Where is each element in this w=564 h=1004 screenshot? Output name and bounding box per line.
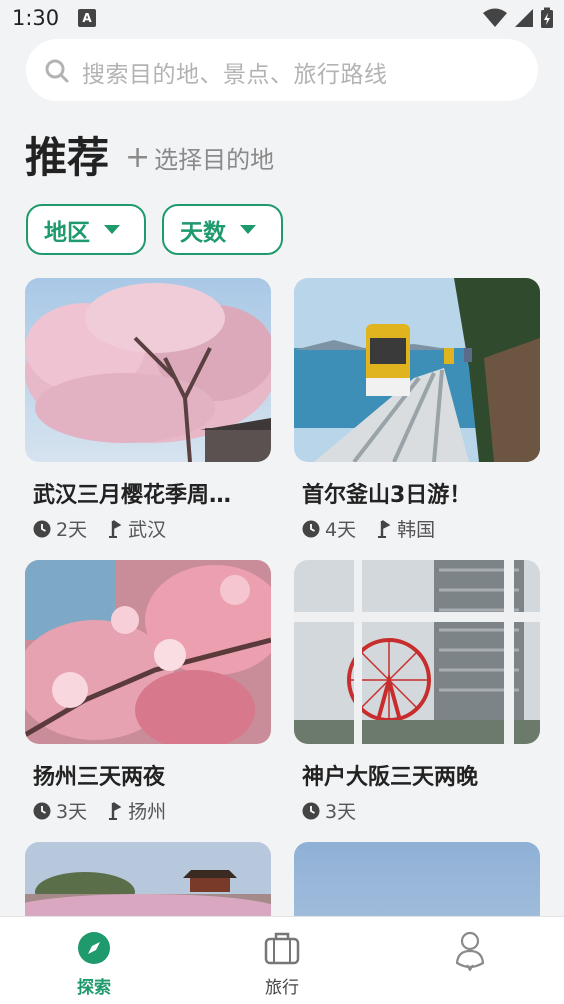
trip-card-image[interactable] (294, 278, 540, 462)
nav-tab-profile[interactable] (420, 931, 520, 975)
trip-card[interactable]: 首尔釜山3日游！ 4天 韩国 (294, 278, 540, 542)
nav-tab-trips[interactable]: 旅行 (232, 931, 332, 998)
trip-card-meta: 4天 韩国 (302, 515, 540, 542)
trip-card-image[interactable] (25, 278, 271, 462)
notification-badge-icon: A (78, 9, 96, 27)
clock-icon (33, 520, 51, 537)
wifi-icon (483, 8, 507, 27)
duration-value: 2天 (56, 519, 88, 541)
clock-icon (302, 802, 320, 819)
caret-down-icon (240, 225, 256, 234)
duration: 2天 (33, 515, 87, 542)
trip-card-title: 武汉三月樱花季周… (33, 483, 232, 508)
page-title: 推荐 (25, 133, 110, 182)
duration-value: 4天 (325, 519, 357, 541)
location: 武汉 (107, 515, 166, 542)
trip-card[interactable]: 扬州三天两夜 3天 扬州 (25, 560, 271, 824)
status-icons (482, 7, 554, 29)
nav-tab-explore[interactable]: 探索 (44, 931, 144, 998)
nav-tab-label: 旅行 (265, 978, 299, 998)
search-icon (45, 59, 69, 83)
location: 扬州 (107, 797, 166, 824)
trip-card-image[interactable] (25, 560, 271, 744)
trip-card-title: 首尔釜山3日游！ (302, 483, 472, 508)
trip-card-meta: 2天 武汉 (33, 515, 271, 542)
search-input[interactable]: 搜索目的地、景点、旅行路线 (82, 55, 388, 89)
location-value: 韩国 (397, 519, 436, 541)
flag-pin-icon (109, 801, 122, 820)
trip-card[interactable]: 神户大阪三天两晚 3天 (294, 560, 540, 824)
duration-value: 3天 (56, 801, 88, 823)
region-filter-dropdown[interactable]: 地区 (26, 204, 146, 255)
nav-tab-label: 探索 (77, 978, 111, 998)
signal-icon (515, 9, 533, 27)
location: 韩国 (376, 515, 435, 542)
battery-icon (541, 7, 553, 28)
location-value: 武汉 (128, 519, 167, 541)
plus-icon: + (125, 139, 151, 175)
bottom-navigation: 探索 旅行 (0, 916, 564, 1004)
select-destination-button[interactable]: + 选择目的地 (125, 140, 274, 175)
clock-icon (302, 520, 320, 537)
flag-pin-icon (378, 519, 391, 538)
duration: 4天 (302, 515, 356, 542)
clock-icon (33, 802, 51, 819)
region-filter-label: 地区 (44, 219, 90, 246)
days-filter-dropdown[interactable]: 天数 (162, 204, 283, 255)
trip-card-image[interactable] (294, 560, 540, 744)
duration-value: 3天 (325, 801, 357, 823)
trip-card-meta: 3天 扬州 (33, 797, 271, 824)
status-time: 1:30 (12, 6, 60, 30)
flag-pin-icon (109, 519, 122, 538)
location-value: 扬州 (128, 801, 167, 823)
status-bar: 1:30 A (0, 0, 564, 40)
trip-card-title: 神户大阪三天两晚 (302, 765, 479, 790)
trip-card-meta: 3天 (302, 797, 540, 824)
duration: 3天 (33, 797, 87, 824)
trip-card-title: 扬州三天两夜 (33, 765, 166, 790)
caret-down-icon (104, 225, 120, 234)
days-filter-label: 天数 (180, 219, 226, 246)
suitcase-icon (264, 932, 300, 965)
select-destination-label: 选择目的地 (154, 146, 275, 174)
compass-icon (78, 932, 110, 964)
user-icon (455, 931, 485, 972)
duration: 3天 (302, 797, 356, 824)
search-bar[interactable]: 搜索目的地、景点、旅行路线 (26, 39, 538, 101)
trip-card[interactable]: 武汉三月樱花季周… 2天 武汉 (25, 278, 271, 542)
